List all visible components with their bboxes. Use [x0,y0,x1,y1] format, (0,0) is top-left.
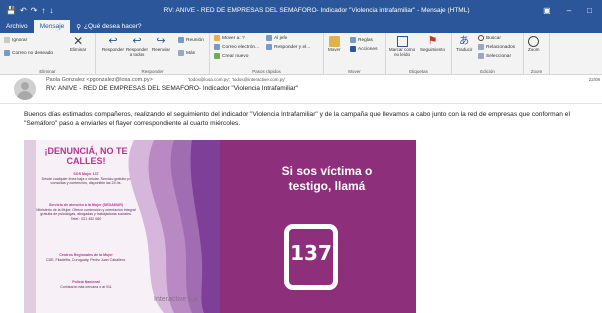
up-arrow-icon[interactable]: ↑ [41,6,45,15]
group-edicion: あ Traducir Buscar Relacionados Seleccion… [452,33,524,75]
window-title: RV: ANIVE - RED DE EMPRESAS DEL SEMAFORO… [163,6,470,14]
message-body: Buenos días estimados compañeros, realiz… [24,111,570,127]
message-header: Paola Gonzalez <pgonzalez@losa.com.py> '… [0,76,602,104]
sender-name[interactable]: Paola Gonzalez <pgonzalez@losa.com.py> [46,77,153,83]
tab-archivo[interactable]: Archivo [0,20,34,33]
ribbon-tabs: Archivo Mensaje ⚲ ¿Qué desea hacer? [0,20,602,33]
minimize-icon[interactable]: – [567,6,571,15]
group-zoom: Zoom Zoom [524,33,550,75]
eliminar-button[interactable]: ✕ Eliminar [70,34,86,52]
group-label-etiquetas: Etiquetas [409,69,428,74]
translate-icon: あ [459,36,470,47]
delete-x-icon: ✕ [73,34,84,48]
down-arrow-icon[interactable]: ↓ [49,6,53,15]
group-mover: Mover Reglas Acciones Mover [324,33,386,75]
flyer-right-panel: Si sos víctima o testigo, llamá 137 [220,140,416,313]
correo-no-deseado-button[interactable]: Correo no deseado [4,50,53,56]
quick-step-crear[interactable]: Crear nuevo [214,53,248,59]
forward-icon: ↪ [156,35,166,47]
search-icon [478,35,484,41]
flyer-title: ¡DENUNCIÁ, NO TE CALLES! [44,146,128,166]
quick-step-jefe[interactable]: Al jefe [266,35,287,41]
message-date: 22/08 [588,77,600,82]
message-subject: RV: ANIVE - RED DE EMPRESAS DEL SEMAFORO… [46,85,299,92]
group-label-pasos-rapidos: Pasos rápidos [252,69,281,74]
move-folder-icon [328,36,340,47]
title-bar: 💾 ↶ ↷ ↑ ↓ RV: ANIVE - RED DE EMPRESAS DE… [0,0,602,20]
quick-step-mover[interactable]: Mover a: ? [214,35,245,41]
acciones-button[interactable]: Acciones [350,46,377,52]
ignore-icon [4,37,10,43]
lightbulb-icon: ⚲ [76,24,82,31]
undo-icon[interactable]: ↶ [20,6,27,15]
window-controls: ▣ – □ [543,6,602,15]
header-divider [0,103,602,104]
group-label-responder: Responder [141,69,164,74]
quick-access-toolbar: 💾 ↶ ↷ ↑ ↓ [0,6,90,15]
more-icon [178,50,184,56]
flag-icon: ⚑ [427,35,438,47]
save-icon[interactable]: 💾 [6,6,16,15]
responder-button[interactable]: ↩ Responder [102,35,124,53]
flyer-block-4: Policía Nacional Comisaría más cercana o… [60,280,112,289]
zoom-icon [528,36,540,47]
group-label-edicion: Edición [480,69,495,74]
tab-mensaje[interactable]: Mensaje [33,20,71,33]
reply-all-icon: ↩ [132,35,142,47]
select-icon [478,53,484,59]
ribbon-display-icon[interactable]: ▣ [543,6,551,15]
flyer-block-3: Centros Regionales de la Mujer CDE, Fila… [45,253,127,262]
mas-button[interactable]: Más [178,50,195,56]
rules-icon [350,37,356,43]
flyer-brand-logo: Interactive s.a [154,296,198,303]
quick-step-correo[interactable]: Correo electrón... [214,44,259,50]
folder-icon [214,35,220,41]
group-pasos-rapidos: Mover a: ? Correo electrón... Crear nuev… [210,33,324,75]
marcar-no-leido-button[interactable]: Marcar como no leído [388,36,416,57]
maximize-icon[interactable]: □ [587,6,592,15]
flyer-phone-number: 137 [290,241,332,265]
reunion-button[interactable]: Reunión [178,37,204,43]
group-responder: ↩ Responder ↩ Responder a todos ↪ Reenvi… [96,33,210,75]
check-icon [214,53,220,59]
ignorar-button[interactable]: Ignorar [4,37,27,43]
redo-icon[interactable]: ↷ [31,6,38,15]
flyer-left-panel: ¡DENUNCIÁ, NO TE CALLES! SOS Mujer 137 D… [24,140,220,313]
group-etiquetas: Marcar como no leído ⚑ Seguimiento Etiqu… [386,33,452,75]
tell-me-box[interactable]: ⚲ ¿Qué desea hacer? [70,21,147,33]
flyer-image: ¡DENUNCIÁ, NO TE CALLES! SOS Mujer 137 D… [24,140,416,313]
group-label-zoom: Zoom [530,69,543,74]
mover-button[interactable]: Mover [328,36,341,52]
reply-delete-icon [266,44,272,50]
envelope-icon [396,36,408,47]
sender-avatar [14,78,36,100]
buscar-button[interactable]: Buscar [478,35,501,41]
related-icon [478,44,484,50]
recipients[interactable]: 'todos@losa.com.py'; 'todos@interactive.… [188,77,285,82]
tell-me-text: ¿Qué desea hacer? [84,23,142,30]
quick-step-responder[interactable]: Responder y el... [266,44,310,50]
ribbon: Ignorar Correo no deseado ✕ Eliminar Eli… [0,33,602,75]
responder-todos-button[interactable]: ↩ Responder a todos [126,35,148,58]
flyer-block-1: SOS Mujer 137 Desde cualquier línea baja… [41,172,131,186]
seleccionar-button[interactable]: Seleccionar [478,53,511,59]
flyer-call-text: Si sos víctima o testigo, llamá [281,164,373,193]
phone-icon: 137 [284,224,338,290]
group-label-mover: Mover [348,69,361,74]
group-label-eliminar: Eliminar [39,69,56,74]
traducir-button[interactable]: あ Traducir [456,36,472,52]
reenviar-button[interactable]: ↪ Reenviar [152,35,170,53]
actions-icon [350,46,356,52]
zoom-button[interactable]: Zoom [528,36,540,52]
group-eliminar: Ignorar Correo no deseado ✕ Eliminar Eli… [0,33,96,75]
reply-icon: ↩ [108,35,118,47]
reglas-button[interactable]: Reglas [350,37,373,43]
meeting-icon [178,37,184,43]
seguimiento-button[interactable]: ⚑ Seguimiento [420,35,445,53]
email-icon [214,44,220,50]
junk-mail-icon [4,50,10,56]
flyer-block-2: Servicio de atención a la Mujer (SEDAMUR… [36,203,136,221]
relacionados-button[interactable]: Relacionados [478,44,515,50]
boss-icon [266,35,272,41]
